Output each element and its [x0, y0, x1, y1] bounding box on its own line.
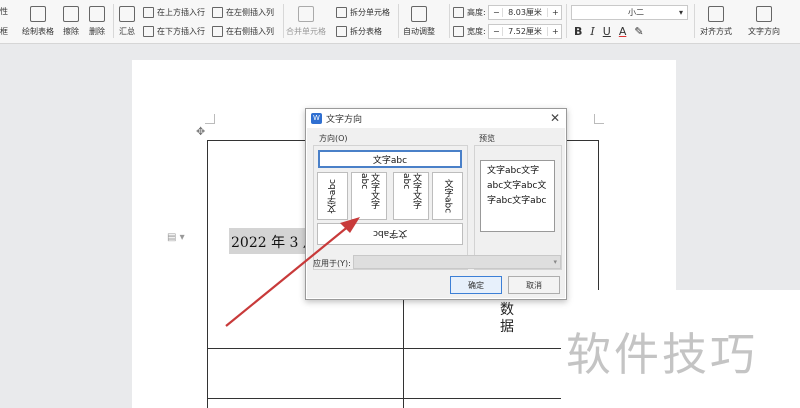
arrow-shaft — [225, 224, 351, 327]
annotation-arrow — [225, 217, 360, 327]
